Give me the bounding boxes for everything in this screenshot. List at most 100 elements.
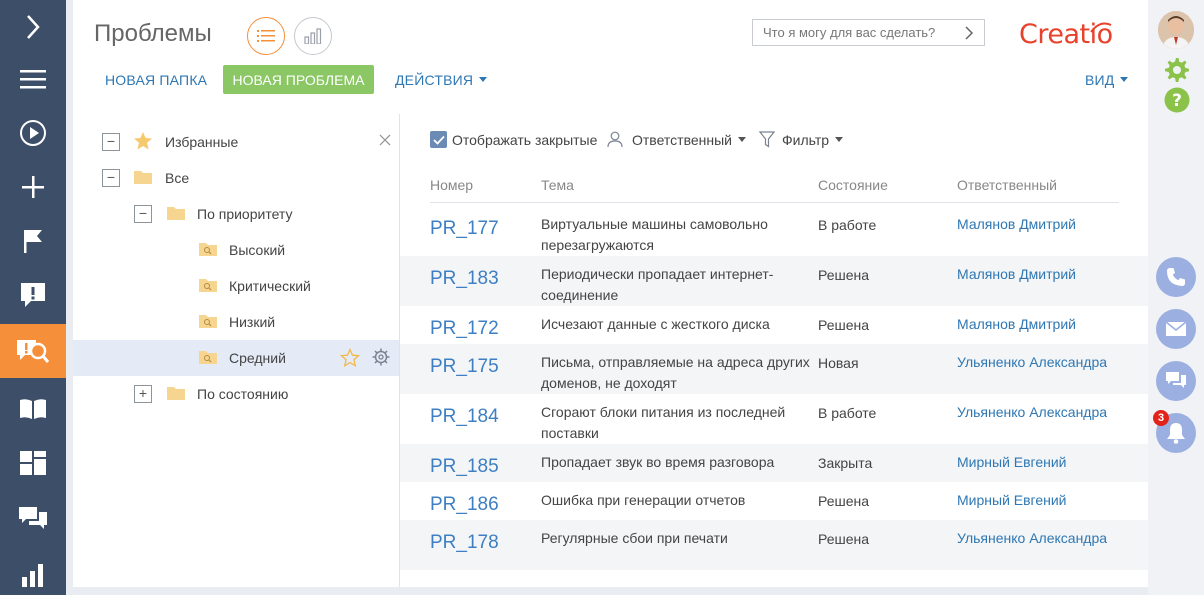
problem-number[interactable]: PR_184: [430, 406, 499, 428]
search-folder-icon: [199, 279, 217, 292]
problem-owner[interactable]: Мирный Евгений: [957, 490, 1117, 511]
nav-activities[interactable]: [0, 214, 66, 268]
nav-analytics[interactable]: [0, 548, 66, 595]
tree-label: По приоритету: [197, 206, 293, 222]
table-row[interactable]: PR_185 Пропадает звук во время разговора…: [400, 444, 1148, 482]
table-row[interactable]: PR_177 Виртуальные машины самовольно пер…: [400, 206, 1148, 256]
phone-icon: [1167, 268, 1185, 286]
problem-number[interactable]: PR_178: [430, 532, 499, 554]
actions-menu-button[interactable]: ДЕЙСТВИЯ: [395, 72, 488, 88]
command-search-input[interactable]: Что я могу для вас сделать?: [752, 19, 985, 46]
problem-number[interactable]: PR_172: [430, 318, 499, 340]
problem-owner[interactable]: Ульяненко Александра: [957, 402, 1117, 423]
column-header-owner[interactable]: Ответственный: [957, 177, 1057, 193]
nav-knowledge-base[interactable]: [0, 382, 66, 436]
problem-owner[interactable]: Малянов Дмитрий: [957, 314, 1117, 335]
plus-icon: [22, 176, 44, 198]
analytics-icon: [304, 28, 322, 44]
nav-problems[interactable]: [0, 324, 66, 378]
column-header-subject[interactable]: Тема: [541, 177, 574, 193]
tree-item-critical[interactable]: Критический: [73, 268, 399, 304]
problem-owner[interactable]: Ульяненко Александра: [957, 528, 1117, 549]
notification-count-badge: 3: [1153, 410, 1169, 426]
nav-feed[interactable]: [0, 492, 66, 546]
table-row[interactable]: PR_183 Периодически пропадает интернет-с…: [400, 256, 1148, 306]
book-icon: [20, 399, 46, 419]
tree-item-low[interactable]: Низкий: [73, 304, 399, 340]
expand-toggle[interactable]: +: [134, 385, 152, 403]
table-row[interactable]: PR_186 Ошибка при генерации отчетов Реше…: [400, 482, 1148, 520]
analytics-view-button[interactable]: [294, 17, 332, 55]
tree-item-by-priority[interactable]: − По приоритету: [73, 196, 399, 232]
collapse-toggle[interactable]: −: [134, 205, 152, 223]
owner-filter-button[interactable]: Ответственный: [632, 132, 746, 148]
view-menu-button[interactable]: ВИД: [1085, 72, 1129, 88]
caret-down-icon: [1120, 76, 1129, 82]
problem-state: Новая: [818, 355, 859, 371]
close-icon[interactable]: [379, 134, 391, 146]
call-button[interactable]: [1156, 257, 1196, 297]
tree-label: По состоянию: [197, 386, 289, 402]
gear-icon[interactable]: [372, 348, 390, 366]
table-row[interactable]: PR_184 Сгорают блоки питания из последне…: [400, 394, 1148, 444]
problem-subject: Сгорают блоки питания из последней поста…: [541, 404, 786, 441]
caret-down-icon: [835, 136, 844, 142]
problem-number[interactable]: PR_175: [430, 356, 499, 378]
problem-subject: Регулярные сбои при печати: [541, 530, 728, 546]
collapse-toggle[interactable]: −: [102, 133, 120, 151]
show-closed-label[interactable]: Отображать закрытые: [452, 132, 597, 148]
chevron-right-icon: [27, 15, 40, 39]
tree-label: Все: [165, 170, 190, 186]
problem-number[interactable]: PR_185: [430, 456, 499, 478]
user-avatar[interactable]: [1158, 11, 1194, 49]
expand-nav-button[interactable]: [0, 0, 66, 54]
show-closed-checkbox[interactable]: [430, 131, 447, 148]
problem-state: Решена: [818, 267, 870, 283]
chat-bubbles-icon: [1166, 372, 1186, 388]
problem-number[interactable]: PR_183: [430, 268, 499, 290]
chevron-right-icon[interactable]: [964, 25, 974, 41]
add-button[interactable]: [0, 160, 66, 214]
help-icon[interactable]: ?: [1164, 87, 1190, 113]
list-view-button[interactable]: [247, 17, 285, 55]
problem-owner[interactable]: Малянов Дмитрий: [957, 214, 1117, 235]
problem-owner[interactable]: Ульяненко Александра: [957, 352, 1117, 373]
tree-item-favorites[interactable]: − Избранные: [73, 124, 399, 160]
list-icon: [257, 30, 275, 42]
problem-state: В работе: [818, 405, 877, 421]
problem-subject: Письма, отправляемые на адреса других до…: [541, 354, 810, 391]
logo-swoosh-icon: [1090, 22, 1112, 33]
favorite-star-icon[interactable]: [340, 348, 360, 368]
problem-subject: Пропадает звук во время разговора: [541, 454, 775, 470]
table-row[interactable]: PR_172 Исчезают данные с жесткого диска …: [400, 306, 1148, 344]
avatar-portrait: [1158, 11, 1194, 49]
column-header-state[interactable]: Состояние: [818, 177, 888, 193]
bell-icon: [1167, 423, 1185, 444]
tree-item-by-state[interactable]: + По состоянию: [73, 376, 399, 412]
problem-owner[interactable]: Малянов Дмитрий: [957, 264, 1117, 285]
problem-number[interactable]: PR_177: [430, 218, 499, 240]
run-process-button[interactable]: [0, 106, 66, 160]
menu-button[interactable]: [0, 52, 66, 106]
owner-filter-label: Ответственный: [632, 132, 732, 148]
nav-dashboards[interactable]: [0, 436, 66, 490]
new-folder-button[interactable]: НОВАЯ ПАПКА: [105, 72, 207, 88]
table-row[interactable]: PR_178 Регулярные сбои при печати Решена…: [400, 520, 1148, 570]
filter-button[interactable]: Фильтр: [782, 132, 844, 148]
tree-item-medium[interactable]: Средний: [73, 340, 399, 376]
collapse-toggle[interactable]: −: [102, 169, 120, 187]
gear-icon[interactable]: [1163, 57, 1189, 83]
email-button[interactable]: [1156, 309, 1196, 349]
problem-owner[interactable]: Мирный Евгений: [957, 452, 1117, 473]
folder-icon: [134, 171, 152, 184]
bar-chart-icon: [22, 564, 43, 587]
filter-label: Фильтр: [782, 132, 830, 148]
nav-cases[interactable]: [0, 268, 66, 322]
table-row[interactable]: PR_175 Письма, отправляемые на адреса др…: [400, 344, 1148, 394]
problem-number[interactable]: PR_186: [430, 494, 499, 516]
tree-item-high[interactable]: Высокий: [73, 232, 399, 268]
chat-button[interactable]: [1156, 361, 1196, 401]
tree-item-all[interactable]: − Все: [73, 160, 399, 196]
column-header-number[interactable]: Номер: [430, 177, 473, 193]
new-problem-button[interactable]: НОВАЯ ПРОБЛЕМА: [223, 65, 374, 94]
